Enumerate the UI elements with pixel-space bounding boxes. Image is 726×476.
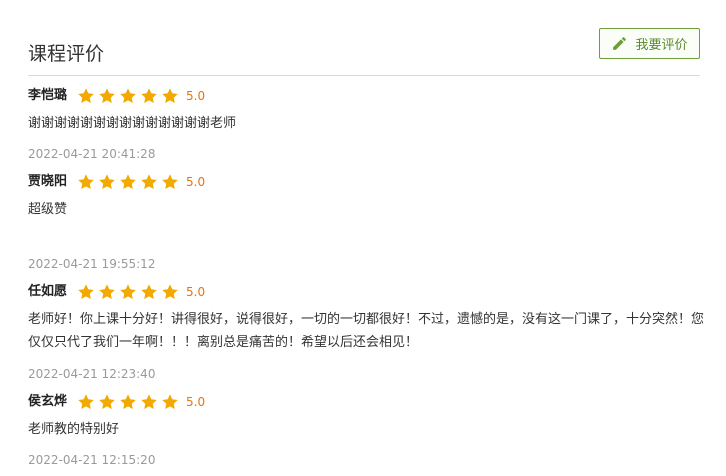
star-icon: [120, 284, 136, 300]
reviewer-name: 任如愿: [28, 284, 68, 299]
review-comment: 谢谢谢谢谢谢谢谢谢谢谢谢谢谢老师: [28, 116, 237, 131]
review-comment: 超级赞: [28, 202, 68, 217]
star-icon: [99, 284, 115, 300]
write-review-label: 我要评价: [635, 38, 688, 53]
rating-score: 5.0: [186, 395, 206, 409]
review-timestamp: 2022-04-21 12:23:40: [28, 367, 156, 381]
review-timestamp: 2022-04-21 19:55:12: [28, 257, 156, 271]
star-icon: [162, 174, 178, 190]
review-head: 任如愿 5.0: [28, 282, 708, 302]
star-rating: [77, 172, 182, 192]
review-comment: 老师教的特别好: [28, 422, 120, 437]
review-timestamp: 2022-04-21 12:15:20: [28, 453, 156, 467]
star-icon: [120, 394, 136, 410]
star-icon: [141, 284, 157, 300]
star-icon: [99, 174, 115, 190]
star-icon: [162, 88, 178, 104]
star-icon: [120, 88, 136, 104]
write-review-button[interactable]: 我要评价: [599, 28, 700, 59]
review-head: 李恺璐 5.0: [28, 86, 708, 106]
pencil-icon: [613, 37, 627, 50]
star-icon: [120, 174, 136, 190]
star-icon: [162, 284, 178, 300]
star-icon: [78, 174, 94, 190]
rating-score: 5.0: [186, 285, 206, 299]
star-icon: [78, 284, 94, 300]
star-icon: [162, 394, 178, 410]
star-icon: [99, 394, 115, 410]
star-icon: [78, 394, 94, 410]
review-timestamp: 2022-04-21 20:41:28: [28, 147, 156, 161]
review-item: 贾晓阳 5.0 超级赞: [28, 172, 708, 221]
review-item: 侯玄烨 5.0 老师教的特别好: [28, 392, 708, 441]
reviewer-name: 侯玄烨: [28, 394, 68, 409]
star-rating: [77, 282, 182, 302]
review-comment: 老师好！你上课十分好！讲得很好，说得很好，一切的一切都很好！不过，遗憾的是，没有…: [28, 312, 705, 350]
review-item: 李恺璐 5.0 谢谢谢谢谢谢谢谢谢谢谢谢谢谢老师: [28, 86, 708, 135]
star-icon: [99, 88, 115, 104]
page-title: 课程评价: [28, 43, 105, 65]
star-icon: [141, 174, 157, 190]
star-icon: [141, 88, 157, 104]
star-icon: [78, 88, 94, 104]
reviewer-name: 贾晓阳: [28, 174, 68, 189]
reviewer-name: 李恺璐: [28, 88, 68, 103]
star-rating: [77, 86, 182, 106]
star-rating: [77, 392, 182, 412]
review-head: 侯玄烨 5.0: [28, 392, 708, 412]
star-icon: [141, 394, 157, 410]
rating-score: 5.0: [186, 89, 206, 103]
review-item: 任如愿 5.0 老师好！你上课十分好！讲得很好，说得很好，一切的一切都很好！不过…: [28, 282, 708, 354]
rating-score: 5.0: [186, 175, 206, 189]
course-review-header: 课程评价 我要评价: [28, 28, 700, 76]
review-head: 贾晓阳 5.0: [28, 172, 708, 192]
